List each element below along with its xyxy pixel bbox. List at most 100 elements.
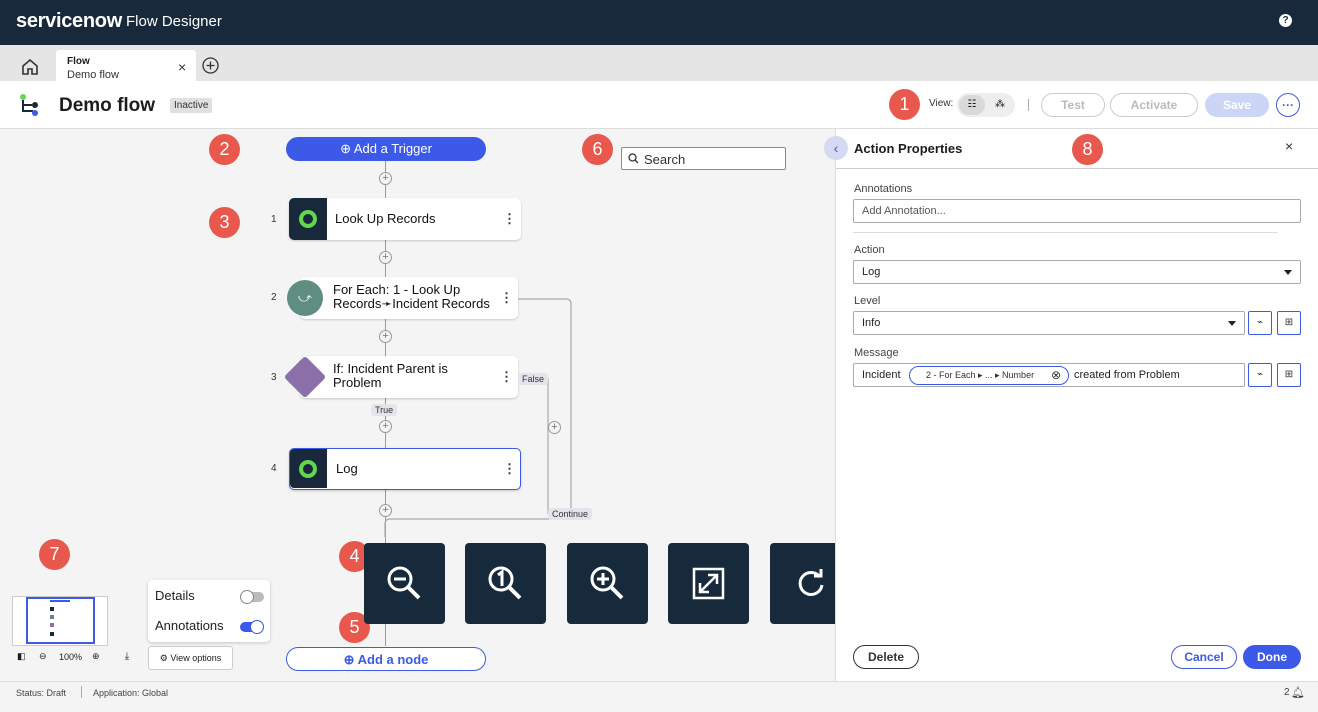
add-trigger-button[interactable]: ⊕ Add a Trigger [286,137,486,161]
search-placeholder: Search [644,152,686,167]
action-select[interactable]: Log [853,260,1301,284]
data-pill-picker-icon[interactable]: ⊞ [1277,363,1301,387]
tab-bar: Flow Demo flow × [0,45,1318,81]
step-for-each[interactable]: For Each: 1 - Look Up Records➛Incident R… [300,277,518,319]
view-options-button[interactable]: ⚙ View options [148,646,233,670]
step-menu-icon[interactable]: ⋮ [500,369,513,385]
minimap-viewport[interactable] [26,597,95,644]
add-node-button[interactable]: ⊕ Add a node [286,647,486,671]
close-tab-icon[interactable]: × [178,59,186,75]
canvas-search[interactable]: Search [621,147,786,170]
collapse-panel-icon[interactable]: ‹ [824,136,848,160]
bell-icon[interactable]: 🔔︎ [1291,686,1305,699]
log-icon [290,449,327,488]
minimap-zoom-in-icon[interactable]: ⊕ [92,651,100,662]
zoom-reset-icon [488,566,522,600]
divider [836,168,1318,169]
data-pill-picker-icon[interactable]: ⊞ [1277,311,1301,335]
minimap-controls: ◧ ⊖ 100% ⊕ [12,646,108,668]
application-text: Application: Global [93,688,169,698]
false-branch-label: False [518,373,549,385]
minimap-toggle-icon[interactable]: ◧ [17,651,26,662]
minimap-node [50,632,54,636]
step-number: 3 [271,372,277,383]
top-navigation-bar: servicenow Flow Designer ? [0,0,1318,45]
level-value: Info [862,317,881,329]
annotations-label: Annotations [155,618,224,633]
status-bar: Status: Draft Application: Global 2 🔔︎ [0,681,1318,712]
step-log[interactable]: Log ⋮ [289,448,521,490]
add-step-icon[interactable]: + [379,251,392,264]
step-menu-icon[interactable]: ⋮ [500,290,513,306]
step-menu-icon[interactable]: ⋮ [503,211,516,227]
data-pill[interactable]: 2 - For Each ▸ ... ▸ Number ⊗ [909,366,1069,385]
add-tab-icon[interactable] [202,57,219,74]
more-options-button[interactable]: ··· [1276,93,1300,117]
search-icon [628,153,639,164]
step-if[interactable]: If: Incident Parent is Problem ⋮ [300,356,518,398]
action-field-label: Action [854,244,885,256]
message-input[interactable]: Incident 2 - For Each ▸ ... ▸ Number ⊗ cr… [853,363,1245,387]
help-icon[interactable]: ? [1279,14,1292,27]
panel-title: Action Properties [854,141,963,156]
step-label: For Each: 1 - Look Up Records➛Incident R… [333,282,490,311]
add-step-icon[interactable]: + [379,172,392,185]
flow-header: Demo flow Inactive 1 View: ☷ ⁂ Test Acti… [0,81,1318,129]
step-label: Look Up Records [335,211,436,226]
cancel-button[interactable]: Cancel [1171,645,1237,669]
details-toggle[interactable] [240,590,264,604]
step-number: 2 [271,292,277,303]
script-toggle-icon[interactable]: ⌁ [1248,311,1272,335]
zoom-out-button[interactable] [364,543,445,624]
diagram-view-icon[interactable]: ⁂ [987,95,1013,115]
view-label: View: [929,98,954,109]
view-options-panel: Details Annotations [148,580,270,642]
foreach-icon: ⤻ [287,280,323,316]
annotations-input[interactable]: Add Annotation... [853,199,1301,223]
fit-screen-button[interactable] [668,543,749,624]
status-badge: Inactive [170,98,213,113]
flow-canvas[interactable]: 2 3 6 4 5 7 ⊕ Add a Trigger Search + + +… [0,129,952,681]
message-prefix: Incident [862,369,901,381]
save-button[interactable]: Save [1205,93,1269,117]
continue-label: Continue [548,508,593,520]
tab-name: Demo flow [67,69,119,81]
marker-3: 3 [209,207,240,238]
script-toggle-icon[interactable]: ⌁ [1248,363,1272,387]
annotations-toggle[interactable] [240,620,264,634]
minimap[interactable] [12,596,108,646]
view-toggle[interactable]: ☷ ⁂ [957,93,1015,117]
zoom-in-button[interactable] [567,543,648,624]
activate-button[interactable]: Activate [1110,93,1198,117]
chevron-down-icon [1284,270,1292,275]
list-view-icon[interactable]: ☷ [959,95,985,115]
step-menu-icon[interactable]: ⋮ [503,461,516,477]
minimap-zoom-out-icon[interactable]: ⊖ [39,651,47,662]
step-number: 1 [271,214,277,225]
message-field-label: Message [854,347,899,359]
divider [1028,99,1029,111]
test-button[interactable]: Test [1041,93,1105,117]
fit-screen-icon [692,567,725,600]
add-step-icon[interactable]: + [548,421,561,434]
step-look-up-records[interactable]: Look Up Records ⋮ [289,198,521,240]
page-title: Demo flow [59,95,156,116]
zoom-reset-button[interactable] [465,543,546,624]
remove-pill-icon[interactable]: ⊗ [1051,367,1061,384]
level-select[interactable]: Info [853,311,1245,335]
close-panel-icon[interactable]: × [1285,138,1293,154]
message-suffix: created from Problem [1074,369,1180,381]
add-node-label: Add a node [357,652,429,667]
marker-1: 1 [889,89,920,120]
details-label: Details [155,588,195,603]
tab-demo-flow[interactable]: Flow Demo flow × [56,50,196,81]
download-icon[interactable]: ⤓ [118,648,136,666]
delete-button[interactable]: Delete [853,645,919,669]
done-button[interactable]: Done [1243,645,1301,669]
annotations-field-label: Annotations [854,183,913,195]
redo-icon [798,569,824,596]
home-icon[interactable] [20,57,40,77]
step-label: Log [336,461,358,476]
chevron-down-icon [1228,321,1236,326]
marker-6: 6 [582,134,613,165]
